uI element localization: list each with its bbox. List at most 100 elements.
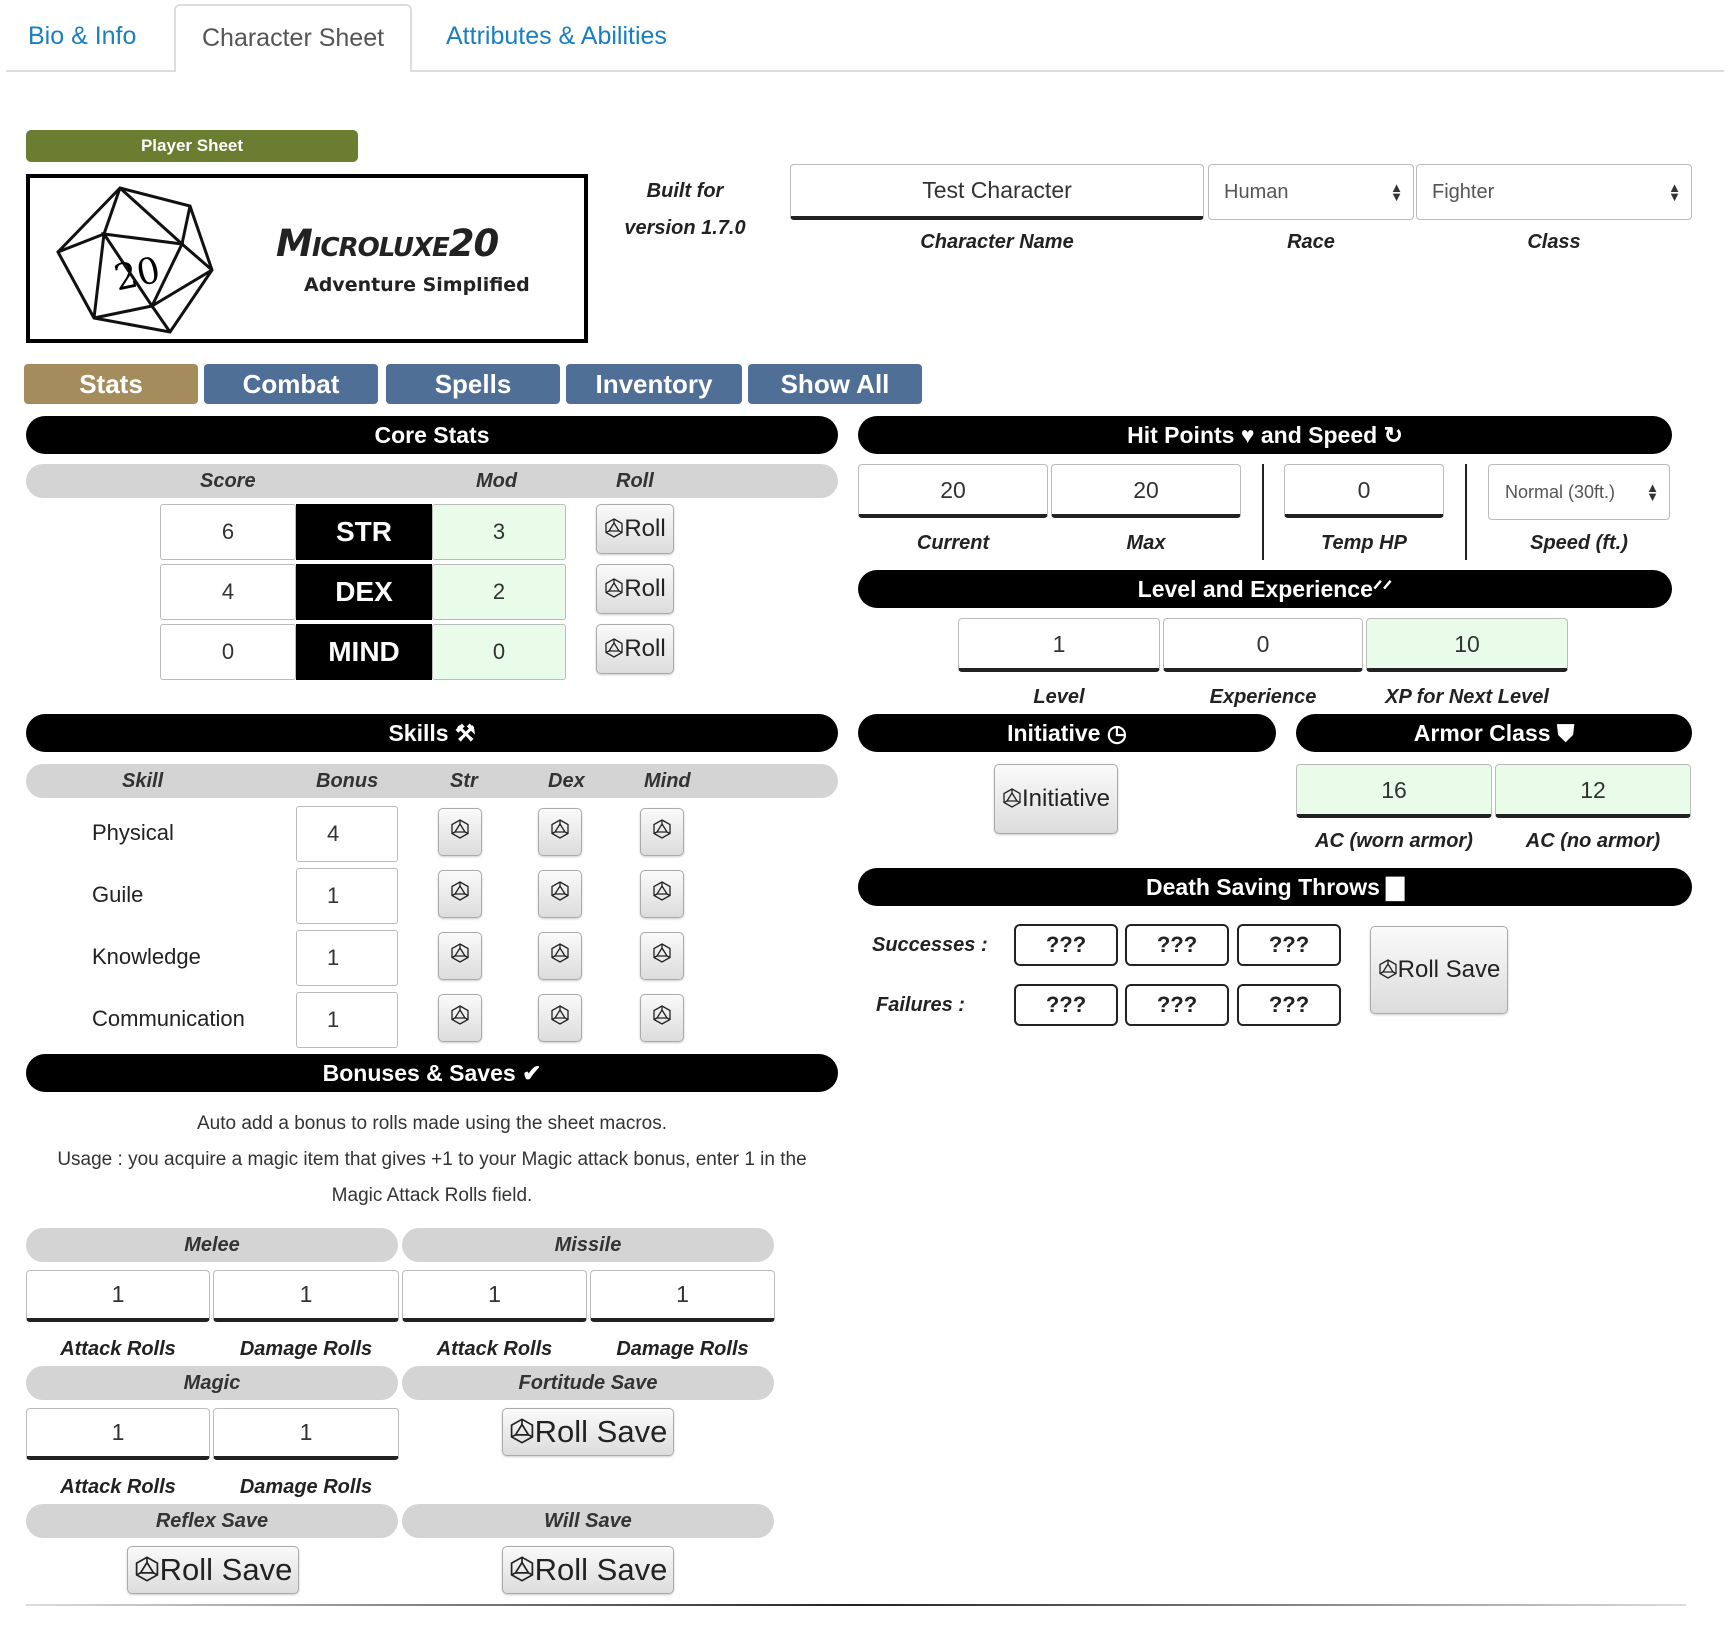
- nav-inventory-button[interactable]: Inventory: [566, 364, 742, 404]
- d20-icon: [551, 881, 569, 901]
- skill-bonus-input[interactable]: 1: [296, 930, 398, 986]
- tab-bar: Bio & Info Character Sheet Attributes & …: [6, 0, 1724, 72]
- damage-rolls-label: Damage Rolls: [616, 1338, 749, 1360]
- skill-name: Communication: [92, 1006, 245, 1031]
- d20-icon: [451, 1005, 469, 1025]
- damage-rolls-label: Damage Rolls: [239, 1338, 373, 1360]
- clock-icon: ◷: [1106, 720, 1127, 746]
- fortitude-roll-save-button[interactable]: Roll Save: [502, 1408, 674, 1456]
- tab-character-sheet[interactable]: Character Sheet: [174, 4, 413, 72]
- hit-points-speed-header: Hit Points ♥ and Speed ↻: [858, 416, 1672, 454]
- death-failure-3[interactable]: ???: [1237, 984, 1341, 1026]
- score-header: Score: [200, 470, 256, 492]
- d20-icon: [1003, 788, 1021, 808]
- skill-roll-dex-button[interactable]: [538, 932, 582, 980]
- speed-select[interactable]: Normal (30ft.) ▲ ▼: [1488, 464, 1670, 520]
- melee-header: Melee: [26, 1228, 398, 1262]
- magic-header: Magic: [26, 1366, 398, 1400]
- nav-combat-button[interactable]: Combat: [204, 364, 378, 404]
- experience-input[interactable]: 0: [1163, 618, 1363, 672]
- max-label: Max: [1126, 532, 1166, 554]
- description-line: Usage : you acquire a magic item that gi…: [57, 1149, 807, 1170]
- missile-attack-input[interactable]: 1: [402, 1270, 587, 1322]
- magic-damage-input[interactable]: 1: [213, 1408, 399, 1460]
- level-input[interactable]: 1: [958, 618, 1160, 672]
- hp-max-input[interactable]: 20: [1051, 464, 1241, 518]
- tab-attributes-abilities[interactable]: Attributes & Abilities: [446, 22, 667, 51]
- stat-score-input[interactable]: 4: [160, 564, 296, 620]
- tab-bio-info[interactable]: Bio & Info: [28, 22, 136, 51]
- temp-hp-input[interactable]: 0: [1284, 464, 1444, 518]
- class-select[interactable]: Fighter ▲ ▼: [1416, 164, 1692, 220]
- skill-roll-mind-button[interactable]: [640, 932, 684, 980]
- stat-score-input[interactable]: 0: [160, 624, 296, 680]
- logo: 20 Microluxe20 Adventure Simplified: [26, 174, 588, 343]
- d20-icon: [451, 819, 469, 839]
- skill-roll-dex-button[interactable]: [538, 870, 582, 918]
- skill-roll-str-button[interactable]: [438, 808, 482, 856]
- nav-show-all-button[interactable]: Show All: [748, 364, 922, 404]
- magic-attack-input[interactable]: 1: [26, 1408, 210, 1460]
- ac-no-armor-label: AC (no armor): [1525, 830, 1661, 852]
- svg-text:20: 20: [111, 250, 164, 300]
- ac-worn-label: AC (worn armor): [1315, 830, 1473, 852]
- stat-roll-button[interactable]: Roll: [596, 624, 674, 674]
- death-failure-1[interactable]: ???: [1014, 984, 1118, 1026]
- skill-roll-str-button[interactable]: [438, 932, 482, 980]
- roll-header: Roll: [616, 470, 654, 492]
- reflex-roll-save-button[interactable]: Roll Save: [127, 1546, 299, 1594]
- divider: [1465, 464, 1467, 560]
- dex-header: Dex: [548, 770, 585, 792]
- bottom-divider: [26, 1604, 1686, 1606]
- skill-roll-mind-button[interactable]: [640, 994, 684, 1042]
- melee-damage-input[interactable]: 1: [213, 1270, 399, 1322]
- death-roll-save-button[interactable]: Roll Save: [1370, 926, 1508, 1014]
- check-icon: ✔: [522, 1060, 542, 1086]
- stat-roll-button[interactable]: Roll: [596, 504, 674, 554]
- select-arrows-icon: ▲ ▼: [1390, 180, 1403, 204]
- death-success-2[interactable]: ???: [1125, 924, 1229, 966]
- d20-icon: [551, 1005, 569, 1025]
- nav-spells-button[interactable]: Spells: [386, 364, 560, 404]
- skill-roll-mind-button[interactable]: [640, 870, 684, 918]
- will-roll-save-button[interactable]: Roll Save: [502, 1546, 674, 1594]
- logo-subtitle: Adventure Simplified: [304, 274, 530, 296]
- xp-next-level-field: 10: [1366, 618, 1568, 672]
- stat-roll-button[interactable]: Roll: [596, 564, 674, 614]
- d20-icon: [510, 1556, 533, 1582]
- death-failure-2[interactable]: ???: [1125, 984, 1229, 1026]
- bonuses-description: Auto add a bonus to rolls made using the…: [26, 1106, 838, 1214]
- skill-roll-str-button[interactable]: [438, 994, 482, 1042]
- missile-damage-input[interactable]: 1: [590, 1270, 775, 1322]
- skill-bonus-input[interactable]: 1: [296, 992, 398, 1048]
- d20-icon: [605, 638, 623, 658]
- d20-icon: [135, 1556, 158, 1582]
- fortitude-save-header: Fortitude Save: [402, 1366, 774, 1400]
- stat-name: STR: [296, 504, 432, 560]
- will-save-header: Will Save: [402, 1504, 774, 1538]
- d20-icon: [653, 1005, 671, 1025]
- class-label: Class: [1527, 231, 1581, 253]
- melee-attack-input[interactable]: 1: [26, 1270, 210, 1322]
- shield-icon: ⛊: [1556, 720, 1575, 746]
- skill-roll-dex-button[interactable]: [538, 994, 582, 1042]
- character-name-input[interactable]: Test Character: [790, 164, 1204, 220]
- initiative-button[interactable]: Initiative: [994, 764, 1118, 834]
- damage-rolls-label: Damage Rolls: [239, 1476, 373, 1498]
- skill-bonus-input[interactable]: 1: [296, 868, 398, 924]
- death-success-1[interactable]: ???: [1014, 924, 1118, 966]
- nav-stats-button[interactable]: Stats: [24, 364, 198, 404]
- attack-rolls-label: Attack Rolls: [60, 1476, 176, 1498]
- skill-roll-mind-button[interactable]: [640, 808, 684, 856]
- bonus-header: Bonus: [316, 770, 379, 792]
- hp-current-input[interactable]: 20: [858, 464, 1048, 518]
- speed-label: Speed (ft.): [1530, 532, 1628, 554]
- death-success-3[interactable]: ???: [1237, 924, 1341, 966]
- race-select[interactable]: Human ▲ ▼: [1208, 164, 1414, 220]
- stat-score-input[interactable]: 6: [160, 504, 296, 560]
- d20-icon: 20: [56, 186, 214, 334]
- player-sheet-badge: Player Sheet: [26, 130, 358, 162]
- skill-bonus-input[interactable]: 4: [296, 806, 398, 862]
- skill-roll-str-button[interactable]: [438, 870, 482, 918]
- skill-roll-dex-button[interactable]: [538, 808, 582, 856]
